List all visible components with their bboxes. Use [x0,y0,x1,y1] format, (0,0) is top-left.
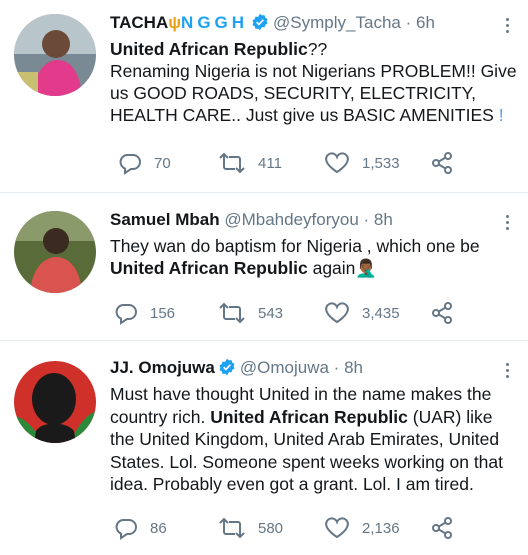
reply-count: 156 [150,304,176,322]
avatar[interactable] [14,211,96,293]
tweet-1[interactable]: TACHAψNGGH @Symply_Tacha · 6h United Afri… [0,0,528,193]
like-count: 1,533 [362,154,400,172]
like-button[interactable]: 3,435 [324,300,400,326]
tweet-header: Samuel Mbah @Mbahdeyforyou · 8h [110,209,393,231]
more-options-icon[interactable] [506,215,510,233]
like-button[interactable]: 1,533 [324,150,400,176]
timestamp[interactable]: 8h [344,358,363,377]
trident-icon: ψ [168,13,182,32]
like-button[interactable]: 2,136 [324,515,400,541]
tweet-3[interactable]: JJ. Omojuwa @Omojuwa · 8h Must have thoug… [0,341,528,555]
tweet-2[interactable]: Samuel Mbah @Mbahdeyforyou · 8h They wan… [0,193,528,341]
exclamation-emoji-icon: ! [498,105,504,125]
tweet-text: Must have thought United in the name mak… [110,383,520,496]
display-name-suffix: NGGH [181,13,249,32]
retweet-count: 580 [258,519,284,537]
tweet-bold-text: United African Republic [210,406,408,427]
like-count: 2,136 [362,519,400,537]
display-name[interactable]: TACHA [110,13,168,32]
separator-dot: · [363,210,370,229]
timestamp[interactable]: 8h [374,210,393,229]
tweet-actions: 156 543 3,435 [110,300,528,326]
tweet-text-part: ?? [307,39,328,59]
tweet-text: United African Republic?? Renaming Niger… [110,38,520,126]
reply-count: 70 [154,154,171,172]
reply-button[interactable]: 86 [114,515,167,541]
avatar-image [14,14,96,96]
reply-icon [115,304,137,325]
like-count: 3,435 [362,304,400,322]
share-icon [432,517,452,539]
avatar[interactable] [14,14,96,96]
reply-icon [115,519,137,540]
display-name[interactable]: Samuel Mbah [110,210,220,229]
retweet-count: 411 [258,154,282,172]
tweet-text-part: Renaming Nigeria is not Nigerians PROBLE… [110,61,517,125]
retweet-button[interactable]: 411 [218,150,282,176]
tweet-header: TACHAψNGGH @Symply_Tacha · 6h [110,12,435,34]
retweet-button[interactable]: 580 [218,515,283,541]
more-options-icon[interactable] [506,18,510,36]
share-button[interactable] [430,300,454,326]
retweet-count: 543 [258,304,284,322]
retweet-icon [219,152,245,174]
tweet-text: They wan do baptism for Nigeria , which … [110,235,520,279]
share-icon [432,152,452,174]
display-name[interactable]: JJ. Omojuwa [110,358,215,377]
verified-icon [219,358,235,376]
heart-icon [325,302,349,324]
tweet-actions: 86 580 2,136 [110,515,528,541]
separator-dot: · [333,358,340,377]
retweet-icon [219,302,245,324]
share-button[interactable] [430,515,454,541]
handle[interactable]: @Mbahdeyforyou [224,210,358,229]
reply-icon [119,154,141,175]
avatar-image [14,211,96,293]
retweet-icon [219,517,245,539]
more-options-icon[interactable] [506,363,510,381]
tweet-bold-text: United African Republic [110,39,308,59]
tweet-text-part: again🤦🏾‍♂ [307,258,378,278]
tweet-text-part: They wan do baptism for Nigeria , which … [110,236,480,256]
retweet-button[interactable]: 543 [218,300,283,326]
tweet-header: JJ. Omojuwa @Omojuwa · 8h [110,357,363,379]
tweet-bold-text: United African Republic [110,258,308,278]
verified-icon [252,13,268,31]
reply-button[interactable]: 156 [114,300,175,326]
heart-icon [325,152,349,174]
avatar-image [14,361,96,443]
handle[interactable]: @Omojuwa [240,358,329,377]
share-button[interactable] [430,150,454,176]
handle[interactable]: @Symply_Tacha [273,13,401,32]
avatar[interactable] [14,361,96,443]
timestamp[interactable]: 6h [416,13,435,32]
tweet-actions: 70 411 1,533 [110,150,528,176]
heart-icon [325,517,349,539]
share-icon [432,302,452,324]
reply-button[interactable]: 70 [118,150,171,176]
reply-count: 86 [150,519,167,537]
separator-dot: · [405,13,412,32]
